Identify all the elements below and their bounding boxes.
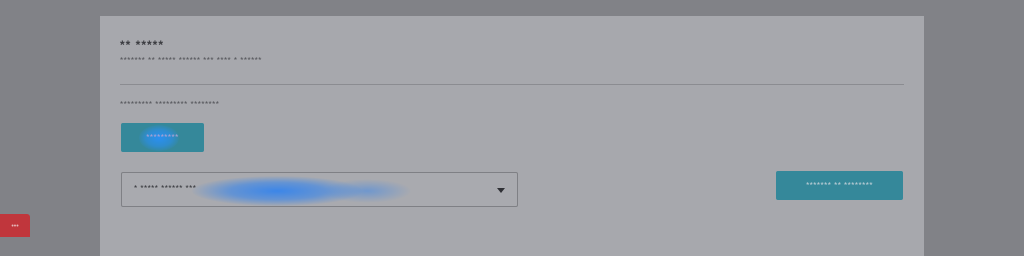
card-title: ** ***** — [120, 38, 165, 52]
card-subtitle: ******* ** ***** ****** *** **** * *****… — [120, 56, 262, 65]
divider — [120, 84, 904, 85]
content-card: ** ***** ******* ** ***** ****** *** ***… — [100, 16, 924, 256]
option-button[interactable]: ********* — [121, 123, 204, 152]
dropdown-value: * ***** ****** *** — [134, 184, 197, 193]
dropdown-select[interactable]: * ***** ****** *** — [121, 172, 518, 207]
caret-down-icon — [497, 188, 505, 193]
section-label: ********* ********* ******** — [120, 100, 220, 109]
side-feedback-tab[interactable]: ••• — [0, 214, 30, 237]
option-button-label: ********* — [146, 133, 179, 142]
submit-button[interactable]: ******* ** ******** — [776, 171, 903, 200]
highlight-glow-trail — [322, 179, 412, 203]
